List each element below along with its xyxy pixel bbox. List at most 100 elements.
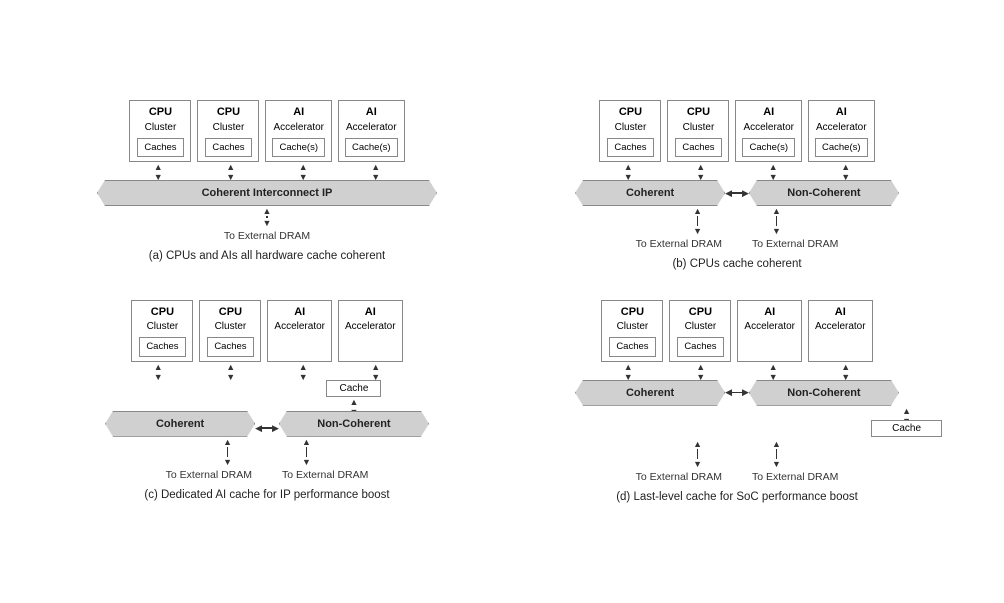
node-cpu2-c: CPU Cluster Caches	[199, 300, 261, 362]
node-ai1-c: AI Accelerator	[267, 300, 332, 362]
node-ai1-a: AI Accelerator Cache(s)	[265, 100, 332, 162]
dram-arrow-a: ▲ ▼	[263, 206, 272, 228]
mid-section-c: Coherent ◀ ▶ Cache ▲ ▼	[42, 380, 492, 437]
node-cpu2-a-cache: Caches	[205, 138, 251, 157]
nodes-row-c: CPU Cluster Caches CPU Cluster Caches AI…	[131, 300, 402, 362]
node-ai1-b-cache: Cache(s)	[742, 138, 795, 157]
node-cpu2-d: CPU Cluster Caches	[669, 300, 731, 362]
banners-b: Coherent ◀ ▶ Non-Coherent	[575, 180, 899, 206]
arrow-a2-up: ▲	[226, 162, 235, 172]
arrow-c2: ▲ ▼	[226, 362, 235, 380]
dram-label-a: To External DRAM	[224, 230, 310, 242]
node-ai1-d-sub: Accelerator	[744, 320, 795, 334]
dram-arrow-b-right: ▲ ▼	[772, 206, 781, 236]
arrow-b2: ▲ ▼	[696, 162, 705, 180]
arrow-d3: ▲ ▼	[769, 362, 778, 380]
dram-arrow-b-left: ▲ ▼	[693, 206, 702, 236]
banner-noncoherent-c: Non-Coherent	[279, 411, 429, 437]
arrow-b3: ▲ ▼	[769, 162, 778, 180]
node-ai2-b-cache: Cache(s)	[815, 138, 868, 157]
nodes-row-b: CPU Cluster Caches CPU Cluster Caches AI…	[599, 100, 874, 162]
arrow-a4-up: ▲	[371, 162, 380, 172]
node-ai2-a-sub: Accelerator	[345, 121, 398, 135]
node-cpu2-a-title: CPU	[204, 105, 252, 120]
dram-label-b-left: To External DRAM	[636, 238, 722, 250]
dram-arrows-b: ▲ ▼ ▲ ▼	[693, 206, 781, 236]
node-cpu2-d-sub: Cluster	[676, 320, 724, 334]
node-cpu2-b-title: CPU	[674, 105, 722, 120]
node-cpu1-b-cache: Caches	[607, 138, 653, 157]
node-ai2-c-sub: Accelerator	[345, 320, 396, 334]
dram-arrow-a-up: ▲	[263, 206, 272, 216]
node-ai1-a-sub: Accelerator	[272, 121, 325, 135]
node-cpu1-a-cache: Caches	[137, 138, 183, 157]
arrow-a4: ▲ ▼	[371, 162, 380, 180]
banner-noncoherent-d: Non-Coherent	[749, 380, 899, 406]
dram-arrow-d-right: ▲ ▼	[772, 439, 781, 469]
arrow-a2: ▲ ▼	[226, 162, 235, 180]
right-col-c: Cache ▲ ▼ Non-Coherent	[279, 380, 429, 437]
node-cpu2-c-title: CPU	[206, 305, 254, 320]
caption-b: (b) CPUs cache coherent	[672, 258, 801, 270]
dram-arrows-c: ▲ ▼ ▲ ▼	[223, 437, 311, 467]
h-arrow-b: ◀ ▶	[725, 188, 749, 199]
arrow-c3: ▲ ▼	[299, 362, 308, 380]
node-ai2-b-title: AI	[815, 105, 868, 120]
cache-col-d: ▲ ▼ Cache	[871, 406, 942, 437]
node-cpu2-d-cache: Caches	[677, 337, 723, 356]
node-ai1-a-title: AI	[272, 105, 325, 120]
arrow-c4: ▲ ▼	[371, 362, 380, 380]
node-ai2-b: AI Accelerator Cache(s)	[808, 100, 875, 162]
node-cpu2-b-cache: Caches	[675, 138, 721, 157]
node-ai1-c-sub: Accelerator	[274, 320, 325, 334]
dram-arrow-a-down: ▼	[263, 218, 272, 228]
node-cpu1-d-sub: Cluster	[608, 320, 656, 334]
node-cpu2-b: CPU Cluster Caches	[667, 100, 729, 162]
dram-labels-c: To External DRAM To External DRAM	[166, 467, 369, 481]
node-cpu2-c-cache: Caches	[207, 337, 253, 356]
node-ai1-c-title: AI	[274, 305, 325, 320]
node-ai2-c-title: AI	[345, 305, 396, 320]
dram-label-c-right: To External DRAM	[282, 469, 368, 481]
node-cpu2-d-title: CPU	[676, 305, 724, 320]
banner-coherent-c: Coherent	[105, 411, 255, 437]
node-ai1-b-title: AI	[742, 105, 795, 120]
node-cpu1-d-cache: Caches	[609, 337, 655, 356]
cache-box-d: Cache	[871, 420, 942, 437]
arrow-b4: ▲ ▼	[841, 162, 850, 180]
dram-label-b-right: To External DRAM	[752, 238, 838, 250]
diagram-d: CPU Cluster Caches CPU Cluster Caches AI…	[512, 300, 962, 503]
node-ai2-b-sub: Accelerator	[815, 121, 868, 135]
dram-label-d-left: To External DRAM	[636, 471, 722, 483]
node-ai2-c: AI Accelerator	[338, 300, 403, 362]
arrow-d2: ▲ ▼	[696, 362, 705, 380]
dram-arrow-c-left: ▲ ▼	[223, 437, 232, 467]
node-ai1-b-sub: Accelerator	[742, 121, 795, 135]
node-cpu1-b: CPU Cluster Caches	[599, 100, 661, 162]
nodes-row-d: CPU Cluster Caches CPU Cluster Caches AI…	[601, 300, 872, 362]
dram-arrow-c-right: ▲ ▼	[302, 437, 311, 467]
node-ai2-d: AI Accelerator	[808, 300, 873, 362]
arrow-d1: ▲ ▼	[624, 362, 633, 380]
diagram-c: CPU Cluster Caches CPU Cluster Caches AI…	[42, 300, 492, 503]
caption-c: (c) Dedicated AI cache for IP performanc…	[144, 489, 389, 501]
node-ai1-b: AI Accelerator Cache(s)	[735, 100, 802, 162]
dram-arrow-d-left: ▲ ▼	[693, 439, 702, 469]
node-cpu1-a-title: CPU	[136, 105, 184, 120]
nodes-row-a: CPU Cluster Caches CPU Cluster Caches AI…	[129, 100, 404, 162]
h-arrow-d: ◀ ▶	[725, 387, 749, 398]
node-cpu1-c: CPU Cluster Caches	[131, 300, 193, 362]
cache-box-c: Cache	[326, 380, 381, 397]
node-ai2-a-cache: Cache(s)	[345, 138, 398, 157]
node-cpu1-a: CPU Cluster Caches	[129, 100, 191, 162]
arrow-d4: ▲ ▼	[841, 362, 850, 380]
banner-coherent-d: Coherent	[575, 380, 725, 406]
node-cpu1-b-sub: Cluster	[606, 121, 654, 135]
dram-labels-d: To External DRAM To External DRAM	[636, 469, 839, 483]
banner-noncoherent-b: Non-Coherent	[749, 180, 899, 206]
dram-label-d-right: To External DRAM	[752, 471, 838, 483]
arrow-c1: ▲ ▼	[154, 362, 163, 380]
arrow-a3-up: ▲	[299, 162, 308, 172]
node-cpu2-a: CPU Cluster Caches	[197, 100, 259, 162]
node-cpu2-c-sub: Cluster	[206, 320, 254, 334]
